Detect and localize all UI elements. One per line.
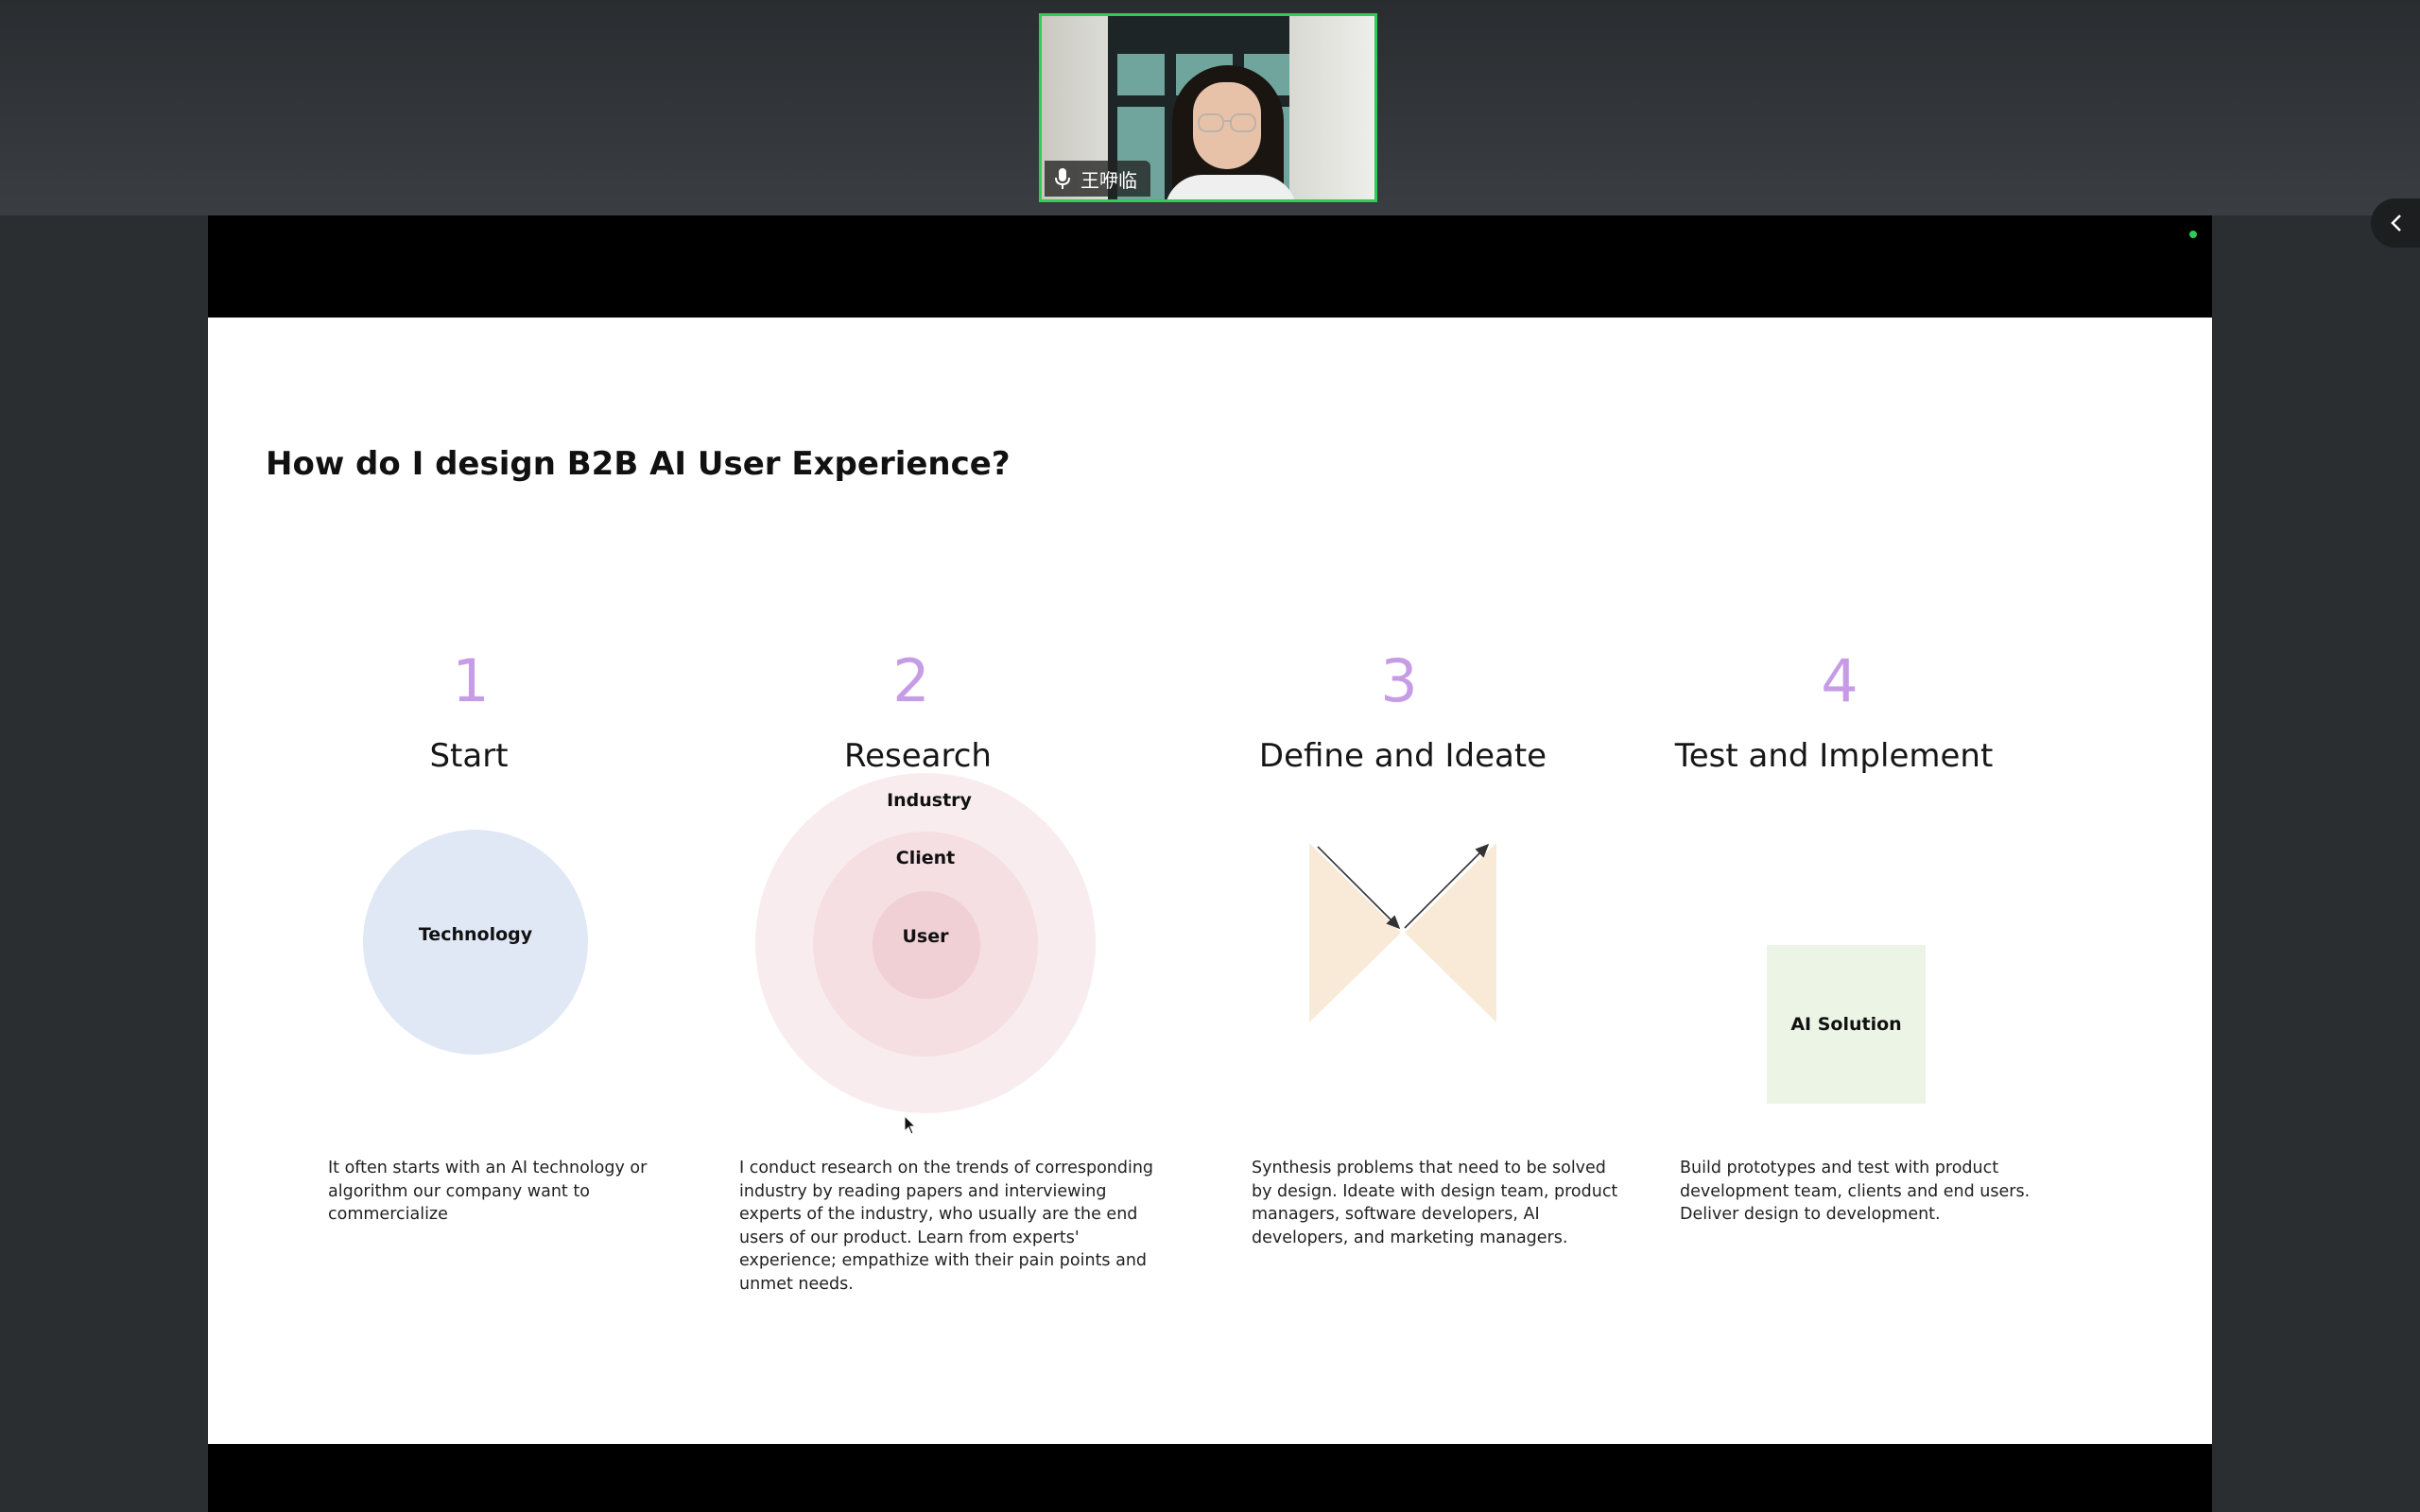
step-2-name: Research: [844, 737, 992, 775]
microphone-icon: [1055, 168, 1070, 189]
video-strip: 王咿临: [0, 0, 2420, 215]
ai-solution-label: AI Solution: [1790, 1014, 1902, 1035]
right-triangle: [1405, 843, 1496, 1022]
client-label: Client: [895, 848, 956, 868]
sharing-status-dot: [2189, 231, 2197, 238]
step-4-number: 4: [1821, 646, 1858, 715]
step-4-description: Build prototypes and test with product d…: [1680, 1159, 2031, 1224]
step-3-description: Synthesis problems that need to be solve…: [1252, 1159, 1618, 1247]
step-1-name: Start: [429, 737, 509, 775]
meeting-window: 王咿临 How do I design B2B AI User Experien…: [0, 0, 2420, 1512]
technology-label: Technology: [418, 924, 533, 945]
step-2-number: 2: [892, 646, 930, 715]
chevron-left-icon: [2391, 215, 2401, 232]
screen-share-area: How do I design B2B AI User Experience? …: [208, 215, 2212, 1512]
user-label: User: [902, 926, 949, 947]
participant-name: 王咿临: [1080, 168, 1137, 192]
step-1-number: 1: [452, 646, 490, 715]
glasses-shape: [1198, 113, 1256, 132]
collapse-panel-button[interactable]: [2371, 198, 2420, 248]
presentation-slide: How do I design B2B AI User Experience? …: [208, 318, 2212, 1444]
slide-title: How do I design B2B AI User Experience?: [266, 445, 1011, 483]
step-4-name: Test and Implement: [1674, 737, 1994, 775]
step-3-name: Define and Ideate: [1258, 737, 1547, 775]
left-triangle: [1309, 843, 1401, 1022]
mouse-cursor-icon: [904, 1115, 917, 1135]
step-1-description: It often starts with an AI technology or…: [328, 1159, 648, 1224]
step-3-number: 3: [1380, 646, 1418, 715]
define-ideate-diagram: [1309, 843, 1496, 1022]
industry-label: Industry: [887, 790, 972, 811]
ai-solution-box: AI Solution: [1767, 945, 1926, 1104]
participant-video-tile[interactable]: 王咿临: [1039, 13, 1377, 202]
participant-name-tag: 王咿临: [1045, 161, 1150, 197]
step-2-description: I conduct research on the trends of corr…: [739, 1159, 1154, 1294]
